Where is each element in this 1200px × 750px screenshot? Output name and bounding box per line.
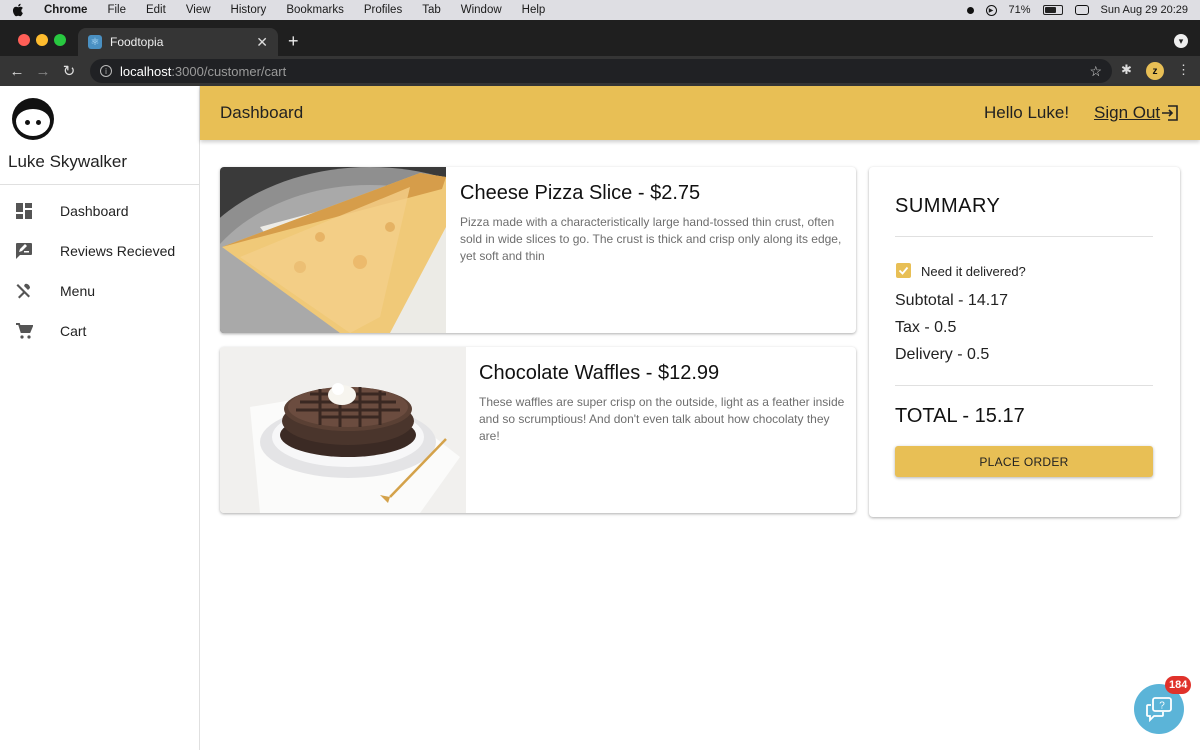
- menu-window[interactable]: Window: [461, 4, 502, 16]
- tab-title: Foodtopia: [110, 35, 164, 49]
- sidebar-item-cart[interactable]: Cart: [0, 311, 199, 351]
- sidebar-divider: [0, 184, 200, 185]
- sidebar-item-label: Menu: [60, 283, 96, 299]
- react-favicon-icon: ⚛: [88, 35, 102, 49]
- summary-divider: [895, 236, 1153, 237]
- battery-percent: 71%: [1008, 4, 1031, 16]
- new-tab-icon[interactable]: +: [288, 32, 299, 50]
- site-info-icon[interactable]: i: [100, 65, 112, 77]
- delivery-checkbox-label[interactable]: Need it delivered?: [921, 264, 1026, 279]
- summary-divider: [895, 385, 1153, 386]
- app-root: Luke Skywalker Dashboard Reviews Recieve…: [0, 86, 1200, 750]
- clock[interactable]: Sun Aug 29 20:29: [1101, 4, 1188, 16]
- greeting: Hello Luke!: [984, 103, 1070, 122]
- summary-title: SUMMARY: [895, 195, 1001, 217]
- page-title[interactable]: Dashboard: [220, 103, 303, 123]
- tax-line: Tax - 0.5: [895, 319, 957, 336]
- notification-badge: 184: [1165, 676, 1192, 694]
- menu-edit[interactable]: Edit: [146, 4, 166, 16]
- record-dot-icon[interactable]: [966, 6, 974, 14]
- sidebar-item-label: Cart: [60, 323, 87, 339]
- avatar: [12, 98, 54, 140]
- pizza-image: [220, 167, 446, 333]
- restaurant-icon: [14, 281, 34, 301]
- menu-view[interactable]: View: [186, 4, 211, 16]
- apple-icon[interactable]: [12, 3, 26, 17]
- macos-menu-bar: Chrome File Edit View History Bookmarks …: [0, 0, 1200, 20]
- battery-icon[interactable]: [1042, 5, 1063, 15]
- total-line: TOTAL - 15.17: [895, 405, 1025, 427]
- sign-out-label: Sign Out: [1094, 103, 1161, 122]
- window-zoom-button[interactable]: [54, 34, 66, 46]
- play-circle-icon[interactable]: ▶: [985, 4, 997, 16]
- menu-chrome[interactable]: Chrome: [44, 4, 87, 16]
- browser-toolbar: ← → ↻ i localhost:3000/customer/cart ☆ ✱…: [0, 56, 1200, 86]
- address-bar[interactable]: i localhost:3000/customer/cart ☆: [90, 59, 1112, 83]
- app-header: Dashboard Hello Luke! Sign Out: [200, 86, 1200, 140]
- url-path: :3000/customer/cart: [171, 63, 287, 79]
- sidebar-item-reviews[interactable]: Reviews Recieved: [0, 231, 199, 271]
- bookmark-star-icon[interactable]: ☆: [1089, 63, 1102, 80]
- delivery-checkbox[interactable]: [896, 263, 911, 278]
- avatar-right-eye: [36, 120, 41, 125]
- menu-history[interactable]: History: [231, 4, 267, 16]
- sidebar-item-menu[interactable]: Menu: [0, 271, 199, 311]
- checkmark-icon: [898, 266, 909, 275]
- extensions-puzzle-icon[interactable]: ✱: [1121, 62, 1132, 78]
- cart-item-title: Chocolate Waffles - $12.99: [479, 362, 720, 384]
- svg-text:?: ?: [1159, 701, 1165, 712]
- sign-out-icon: [1162, 105, 1178, 121]
- user-name: Luke Skywalker: [8, 152, 128, 171]
- sign-out-button[interactable]: Sign Out: [1094, 103, 1179, 123]
- browser-tab-bar: ⚛ Foodtopia ✕ + ▾: [0, 20, 1200, 56]
- cart-item-description: Pizza made with a characteristically lar…: [460, 215, 842, 263]
- sidebar-item-label: Reviews Recieved: [60, 243, 176, 259]
- avatar-face: [16, 109, 50, 136]
- cart-item-title: Cheese Pizza Slice - $2.75: [460, 182, 701, 204]
- tab-search-icon[interactable]: ▾: [1174, 34, 1188, 48]
- window-minimize-button[interactable]: [36, 34, 48, 46]
- menu-file[interactable]: File: [107, 4, 126, 16]
- sidebar-item-label: Dashboard: [60, 203, 129, 219]
- dashboard-icon: [14, 201, 34, 221]
- menu-profiles[interactable]: Profiles: [364, 4, 402, 16]
- forward-icon[interactable]: →: [30, 63, 56, 80]
- back-icon[interactable]: ←: [4, 63, 30, 80]
- browser-menu-icon[interactable]: ⋮: [1177, 62, 1190, 78]
- order-summary-card: SUMMARY Need it delivered? Subtotal - 14…: [869, 167, 1180, 517]
- menu-bookmarks[interactable]: Bookmarks: [286, 4, 344, 16]
- place-order-button[interactable]: PLACE ORDER: [895, 446, 1153, 477]
- cart-icon: [14, 321, 34, 341]
- profile-avatar-icon[interactable]: z: [1146, 62, 1164, 80]
- window-close-button[interactable]: [18, 34, 30, 46]
- control-center-icon[interactable]: [1074, 5, 1089, 15]
- browser-tab[interactable]: ⚛ Foodtopia ✕: [78, 28, 278, 56]
- cart-item-description: These waffles are super crisp on the out…: [479, 395, 845, 443]
- sidebar-item-dashboard[interactable]: Dashboard: [0, 191, 199, 231]
- delivery-line: Delivery - 0.5: [895, 346, 990, 363]
- waffle-image: [220, 347, 466, 513]
- cart-item-card: Chocolate Waffles - $12.99 These waffles…: [220, 347, 856, 513]
- avatar-left-eye: [25, 120, 30, 125]
- chat-question-icon: ?: [1146, 697, 1172, 722]
- subtotal-line: Subtotal - 14.17: [895, 292, 1008, 309]
- battery-fill: [1044, 7, 1056, 13]
- tab-close-icon[interactable]: ✕: [256, 34, 268, 51]
- sidebar: Luke Skywalker Dashboard Reviews Recieve…: [0, 86, 200, 750]
- menu-help[interactable]: Help: [522, 4, 546, 16]
- cart-item-card: Cheese Pizza Slice - $2.75 Pizza made wi…: [220, 167, 856, 333]
- menu-tab[interactable]: Tab: [422, 4, 441, 16]
- url-host: localhost: [120, 63, 172, 79]
- rate-review-icon: [14, 241, 34, 261]
- reload-icon[interactable]: ↻: [56, 62, 82, 80]
